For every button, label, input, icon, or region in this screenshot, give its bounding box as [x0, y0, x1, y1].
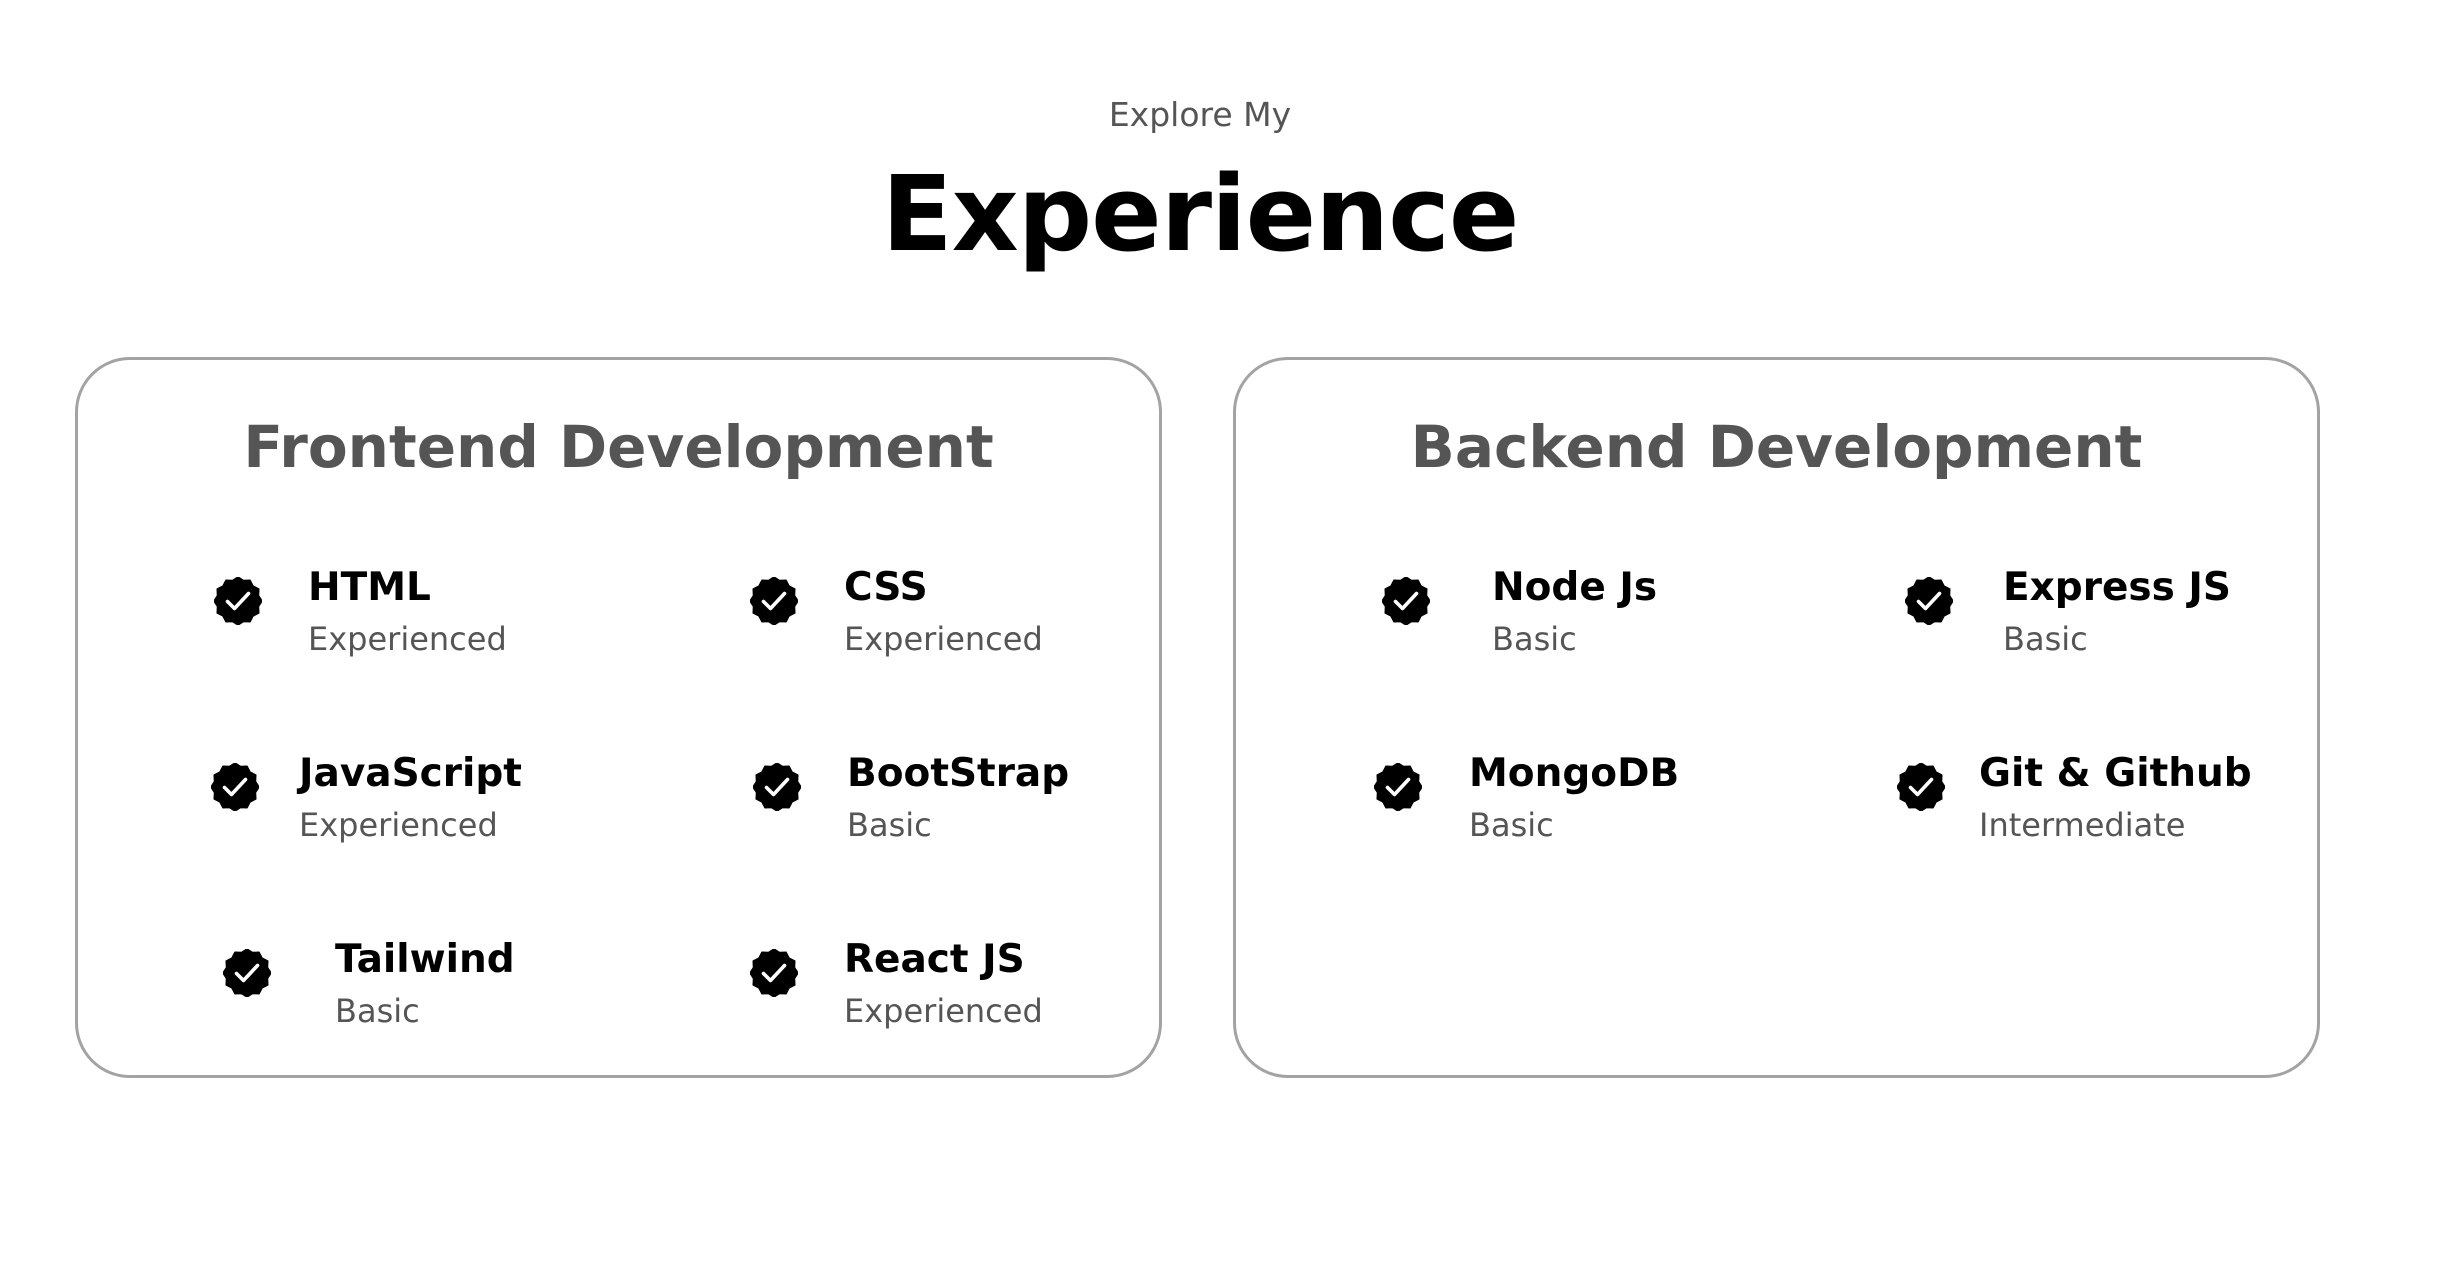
- skill-level: Experienced: [844, 992, 1043, 1030]
- backend-card: Backend Development Node Js Basic Expres…: [1233, 357, 2320, 1078]
- skill-css: CSS Experienced: [750, 568, 1043, 655]
- skill-name: JavaScript: [299, 751, 522, 796]
- check-badge-icon: [223, 949, 271, 997]
- skill-level: Experienced: [844, 620, 1043, 658]
- skill-level: Basic: [847, 806, 932, 844]
- skill-name: Tailwind: [335, 937, 515, 982]
- skill-mongodb: MongoDB Basic: [1374, 754, 1679, 841]
- skill-name: Express JS: [2003, 565, 2232, 610]
- skill-name: MongoDB: [1469, 751, 1680, 796]
- skill-level: Intermediate: [1979, 806, 2186, 844]
- skill-level: Experienced: [299, 806, 498, 844]
- skill-tailwind: Tailwind Basic: [223, 940, 515, 1027]
- frontend-card: Frontend Development HTML Experienced CS…: [75, 357, 1162, 1078]
- skill-level: Basic: [2003, 620, 2088, 658]
- check-badge-icon: [750, 577, 798, 625]
- skill-react-js: React JS Experienced: [750, 940, 1043, 1027]
- check-badge-icon: [750, 949, 798, 997]
- skill-bootstrap: BootStrap Basic: [753, 754, 1069, 841]
- skill-level: Basic: [1469, 806, 1554, 844]
- experience-section: Explore My Experience Frontend Developme…: [0, 0, 2458, 1274]
- skill-name: Node Js: [1492, 565, 1658, 610]
- check-badge-icon: [211, 763, 259, 811]
- backend-card-title: Backend Development: [1410, 413, 2143, 481]
- skill-name: Git & Github: [1979, 751, 2252, 796]
- skill-level: Basic: [335, 992, 420, 1030]
- check-badge-icon: [214, 577, 262, 625]
- skill-name: CSS: [844, 565, 928, 610]
- skill-name: React JS: [844, 937, 1025, 982]
- frontend-card-title: Frontend Development: [243, 413, 994, 481]
- skill-level: Basic: [1492, 620, 1577, 658]
- check-badge-icon: [1905, 577, 1953, 625]
- check-badge-icon: [1382, 577, 1430, 625]
- skill-git-github: Git & Github Intermediate: [1897, 754, 2252, 841]
- section-title: Experience: [881, 153, 1520, 275]
- skill-html: HTML Experienced: [214, 568, 507, 655]
- skill-level: Experienced: [308, 620, 507, 658]
- skill-express-js: Express JS Basic: [1905, 568, 2231, 655]
- check-badge-icon: [1897, 763, 1945, 811]
- skill-name: HTML: [308, 565, 431, 610]
- section-eyebrow: Explore My: [1108, 95, 1292, 134]
- skill-javascript: JavaScript Experienced: [211, 754, 522, 841]
- skill-node-js: Node Js Basic: [1382, 568, 1657, 655]
- check-badge-icon: [753, 763, 801, 811]
- check-badge-icon: [1374, 763, 1422, 811]
- skill-name: BootStrap: [847, 751, 1070, 796]
